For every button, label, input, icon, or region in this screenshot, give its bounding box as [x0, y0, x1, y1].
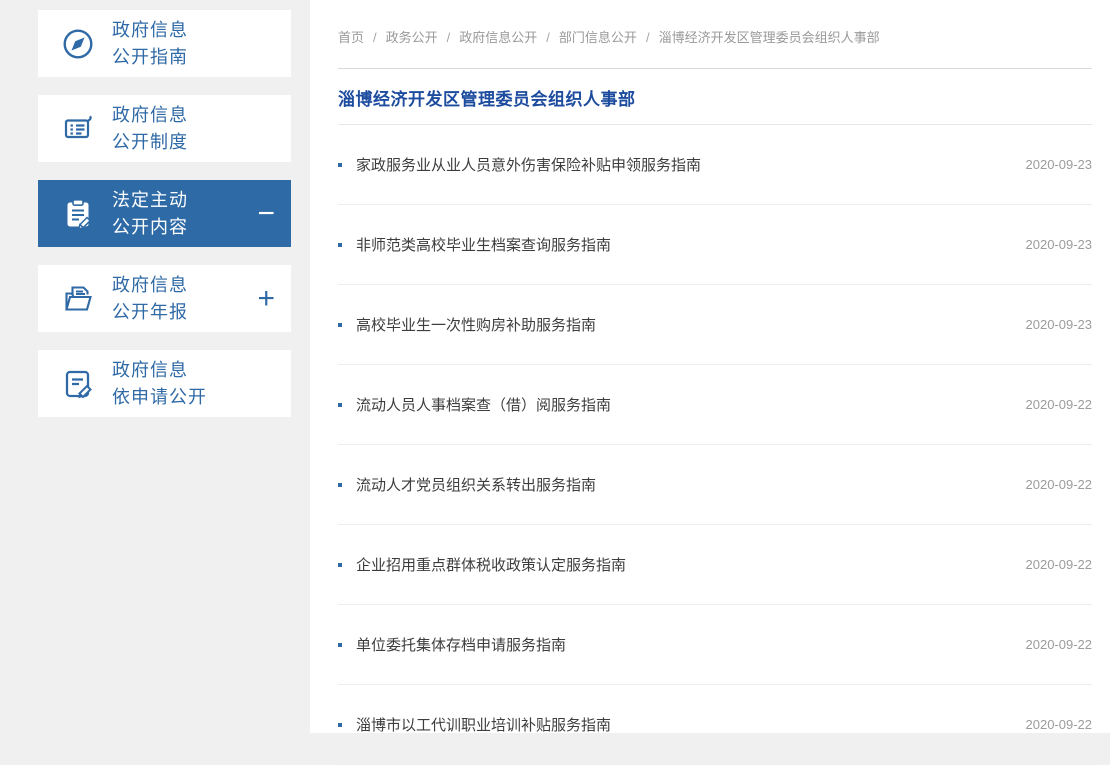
- label-line1: 法定主动: [112, 190, 188, 210]
- label-line2: 公开制度: [112, 132, 188, 152]
- sidebar-item-disclosure-on-request[interactable]: 政府信息依申请公开: [38, 350, 291, 417]
- bullet-square-icon: [338, 163, 342, 167]
- breadcrumb-separator: /: [373, 30, 377, 45]
- news-list: 家政服务业从业人员意外伤害保险补贴申领服务指南 2020-09-23 非师范类高…: [338, 125, 1092, 765]
- article-link[interactable]: 高校毕业生一次性购房补助服务指南: [356, 314, 1026, 335]
- clipboard-pen-icon: [60, 196, 96, 232]
- sidebar-item-statutory-disclosure[interactable]: 法定主动公开内容 −: [38, 180, 291, 247]
- article-link[interactable]: 淄博市以工代训职业培训补贴服务指南: [356, 714, 1026, 735]
- label-line1: 政府信息: [112, 20, 188, 40]
- article-date: 2020-09-23: [1026, 237, 1093, 252]
- sidebar-nav: 政府信息公开指南 政府信息公开制度 法定主动公开内容 −: [38, 10, 291, 435]
- list-item[interactable]: 流动人员人事档案查（借）阅服务指南 2020-09-22: [338, 365, 1092, 445]
- sidebar-item-annual-report[interactable]: 政府信息公开年报 +: [38, 265, 291, 332]
- article-date: 2020-09-22: [1026, 557, 1093, 572]
- bullet-square-icon: [338, 323, 342, 327]
- breadcrumb-link: 淄博经济开发区管理委员会组织人事部: [659, 30, 880, 45]
- article-date: 2020-09-22: [1026, 717, 1093, 732]
- article-link[interactable]: 非师范类高校毕业生档案查询服务指南: [356, 234, 1026, 255]
- label-line2: 公开内容: [112, 217, 188, 237]
- list-item[interactable]: 企业招用重点群体税收政策认定服务指南 2020-09-22: [338, 525, 1092, 605]
- main-content: 首页/政务公开/政府信息公开/部门信息公开/淄博经济开发区管理委员会组织人事部 …: [310, 0, 1110, 733]
- list-item[interactable]: 非师范类高校毕业生档案查询服务指南 2020-09-23: [338, 205, 1092, 285]
- sidebar-item-label: 政府信息公开指南: [112, 17, 188, 71]
- breadcrumb-separator: /: [447, 30, 451, 45]
- sidebar-item-label: 政府信息公开年报: [112, 272, 188, 326]
- compass-icon: [60, 26, 96, 62]
- label-line2: 公开年报: [112, 302, 188, 322]
- article-date: 2020-09-22: [1026, 637, 1093, 652]
- sidebar-item-label: 政府信息公开制度: [112, 102, 188, 156]
- article-date: 2020-09-22: [1026, 397, 1093, 412]
- breadcrumb-separator: /: [646, 30, 650, 45]
- ledger-icon: [60, 111, 96, 147]
- bullet-square-icon: [338, 643, 342, 647]
- bullet-square-icon: [338, 243, 342, 247]
- breadcrumb-separator: /: [546, 30, 550, 45]
- breadcrumb: 首页 / 政务公开 / 政府信息公开 / 部门信息公开 / 淄博经济开发区管理委员会组织人事部: [338, 0, 1092, 69]
- label-line2: 公开指南: [112, 47, 188, 67]
- sidebar-item-gov-info-guide[interactable]: 政府信息公开指南: [38, 10, 291, 77]
- article-link[interactable]: 流动人员人事档案查（借）阅服务指南: [356, 394, 1026, 415]
- sidebar-item-gov-info-system[interactable]: 政府信息公开制度: [38, 95, 291, 162]
- sidebar-item-label: 政府信息依申请公开: [112, 357, 207, 411]
- breadcrumb-link[interactable]: 部门信息公开: [559, 30, 637, 45]
- bullet-square-icon: [338, 563, 342, 567]
- expand-plus-icon[interactable]: +: [257, 284, 291, 314]
- label-line1: 政府信息: [112, 360, 188, 380]
- list-item[interactable]: 家政服务业从业人员意外伤害保险补贴申领服务指南 2020-09-23: [338, 125, 1092, 205]
- list-item[interactable]: 淄博市以工代训职业培训补贴服务指南 2020-09-22: [338, 685, 1092, 765]
- page-title: 淄博经济开发区管理委员会组织人事部: [338, 69, 1092, 125]
- label-line1: 政府信息: [112, 105, 188, 125]
- folder-doc-icon: [60, 281, 96, 317]
- article-date: 2020-09-22: [1026, 477, 1093, 492]
- article-date: 2020-09-23: [1026, 157, 1093, 172]
- label-line1: 政府信息: [112, 275, 188, 295]
- breadcrumb-link[interactable]: 政务公开: [386, 30, 438, 45]
- list-item[interactable]: 单位委托集体存档申请服务指南 2020-09-22: [338, 605, 1092, 685]
- sidebar-item-label: 法定主动公开内容: [112, 187, 188, 241]
- doc-pencil-icon: [60, 366, 96, 402]
- article-link[interactable]: 流动人才党员组织关系转出服务指南: [356, 474, 1026, 495]
- list-item[interactable]: 流动人才党员组织关系转出服务指南 2020-09-22: [338, 445, 1092, 525]
- collapse-minus-icon[interactable]: −: [257, 199, 291, 229]
- list-item[interactable]: 高校毕业生一次性购房补助服务指南 2020-09-23: [338, 285, 1092, 365]
- article-link[interactable]: 家政服务业从业人员意外伤害保险补贴申领服务指南: [356, 154, 1026, 175]
- bullet-square-icon: [338, 723, 342, 727]
- bullet-square-icon: [338, 483, 342, 487]
- bullet-square-icon: [338, 403, 342, 407]
- breadcrumb-link[interactable]: 政府信息公开: [459, 30, 537, 45]
- article-link[interactable]: 企业招用重点群体税收政策认定服务指南: [356, 554, 1026, 575]
- breadcrumb-link[interactable]: 首页: [338, 30, 364, 45]
- article-link[interactable]: 单位委托集体存档申请服务指南: [356, 634, 1026, 655]
- label-line2: 依申请公开: [112, 387, 207, 407]
- article-date: 2020-09-23: [1026, 317, 1093, 332]
